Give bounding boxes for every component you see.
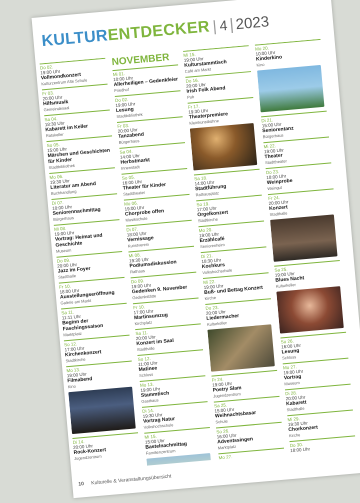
event-entry: Di 07. 10:00 Uhr Seniorennachmittag Bürgerh… [51, 193, 120, 222]
carousel-photo [257, 64, 325, 113]
event-entry: Sa 25. 19:00 Uhr Blues Nacht Kulturkeller [274, 260, 342, 289]
event-entry: Di 21. 18:30 Uhr Kochkurs Volkshochschule [200, 246, 269, 276]
event-entry: So 05. 15:00 Uhr Märchen und Geschichten f… [46, 135, 115, 171]
event-entry: Fr 10. 18:00 Uhr Ausstellungseröffnung Gale… [58, 276, 127, 306]
event-entry: Di 14. 19:30 Uhr Vortrag Natur Volkshochsch… [141, 401, 210, 430]
event-entry: Sa 11. 20:00 Uhr Konzert im Saal Stadthalle [135, 323, 203, 353]
event-entry: Di 21. 15:00 Uhr Seniorentanz Bürgerhaus [261, 110, 329, 140]
title-entdecker: ENTDECKER [107, 18, 211, 45]
event-entry: Fr 03. 20:00 Uhr Tanzabend Bürgerhaus [116, 116, 185, 145]
page-number: 10 [78, 481, 85, 488]
event-entry: Mi 29. 19:30 Uhr Chorkonzert Kirche [287, 409, 355, 439]
event-entry: Fr 24. 20:00 Uhr Konzert Stadthalle [267, 188, 336, 217]
event-entry: Di 07. 18:00 Uhr Vernissage Kunstverein [126, 219, 194, 249]
event-entry: Mi 08. 19:00 Uhr Vortrag: Heimat und Gesch… [53, 219, 122, 254]
event-entry: Do 30.18:00 UhrAdventsmarktInnenstadt [289, 435, 357, 454]
event-entry: Mi 15. 19:00 Uhr Kulturstammtisch Café am M… [183, 45, 251, 74]
event-entry: So 05. 16:00 Uhr Theater für Kinder Stadtth… [121, 167, 190, 197]
crowd-photo [189, 123, 258, 171]
event-entry: Do 02. 19:00 Uhr Vollmondkonzert Kulturzent… [39, 57, 108, 87]
title-separator-2: | [228, 16, 235, 34]
event-entry: Sa 11. 11:11 Uhr Beginn der Faschingssaiso… [61, 302, 130, 338]
event-entry: Mi 01. 10:00 Uhr Allerheiligen – Gedenkfei… [112, 64, 181, 94]
event-entry: Mo 20. 19:00 Uhr Erzählcafé Seniorenheim [198, 220, 267, 250]
event-entry: Sa 18. 14:00 Uhr Stadtführung Rathausplatz [193, 168, 262, 198]
event-entry: Mi 08. 19:30 Uhr Podiumsdiskussion Rathaus [128, 245, 197, 275]
issue-number: 4 [218, 16, 229, 34]
title-kultur: KULTUR [40, 27, 109, 51]
event-date: Mo 27. [218, 454, 233, 460]
event-entry: Fr 24. 19:00 Uhr Poetry Slam Jugendzentrum [211, 369, 280, 399]
event-entry: Fr 03. 20:00 Uhr Hilfsmusik Gemeindesaal [41, 83, 110, 113]
event-entry: Mo 06. 19:30 Uhr Literatur am Abend Buchhan… [49, 167, 117, 196]
landscape-photo [146, 453, 213, 466]
event-entry: Di 28. 20:00 Uhr Kabarett Stadthalle [284, 383, 353, 413]
event-entry: Do 09. 19:00 Uhr Gedenken 9. November Geden… [130, 271, 199, 301]
event-entry: Mo 20. 10:00 Uhr Kinderkino Kino [254, 38, 323, 68]
event-entry: So 12. 11:00 Uhr Matinee Schloss [137, 349, 206, 378]
event-entry: Do 23. 18:00 Uhr Weinprobe Weingut [265, 162, 334, 192]
title-separator: | [211, 17, 218, 36]
event-entry: Mi 22. 19:00 Uhr Theater Stadttheater [263, 136, 332, 166]
event-entry: Sa 04. 14:00 Uhr Herbstmarkt Innenstadt [119, 142, 187, 171]
event-entry: So 12. 17:00 Uhr Kirchenkonzert Stadtkirche [63, 334, 132, 364]
event-entry: Fr 10. 17:00 Uhr Martinsumzug Kirchplatz [132, 297, 201, 327]
issue-year: 2023 [235, 13, 270, 34]
craft-photo [207, 324, 275, 372]
event-entry: Mi 15. 15:00 Uhr Bastelnachmittag Familienz… [144, 427, 212, 456]
event-entry: Do 16. 20:00 Uhr Irish Folk Abend Pub [185, 71, 254, 100]
event-entry: So 26. 16:00 Uhr Lesung Schloss [280, 331, 349, 361]
event-entry: Di 14. 20:00 Uhr Rock-Konzert Jugendzentrum [72, 432, 141, 461]
event-entry: Fr 17. 19:30 Uhr Theaterpremiere Kleinkunst… [187, 96, 256, 126]
event-entry: Sa 04. 18:30 Uhr Kabarett im Keller Ratskel… [44, 109, 112, 139]
band-photo [68, 386, 136, 435]
portrait-man-photo [270, 214, 338, 262]
event-entry: Sa 25. 15:00 Uhr Weihnachtsbasar Schule [213, 395, 282, 425]
event-entry: Mo 13. 19:00 Uhr Stammtisch Gasthaus [139, 375, 208, 404]
footer-text: Kulturelle & Veranstaltungsübersicht [91, 473, 172, 487]
event-entry: Mi 22. 19:00 Uhr Buß- und Bettag Konzert Ki… [202, 272, 271, 301]
event-entry: So 26. 16:00 Uhr Adventssingen Marktplatz [215, 421, 284, 451]
event-entry: Do 23. 20:00 Uhr Liedermacher Kulturkeller [205, 298, 273, 327]
event-entry: Do 02. 19:00 Uhr Lesung Stadtbibliothek [114, 90, 183, 119]
event-entry: Mo 27. 19:00 Uhr Vortrag Museum [282, 357, 351, 387]
event-entry: Mo 06. 19:00 Uhr Chorprobe offen Musikschul… [123, 193, 192, 223]
event-entry: Do 09. 20:00 Uhr Jazz im Foyer Stadthalle [56, 250, 125, 280]
magazine-page: KULTURENTDECKER | 4|2023 Do 02. 19:00 Uhr Vo… [31, 0, 360, 499]
event-entry: So 19. 17:00 Uhr Orgelkonzert Stadtkirche [196, 194, 264, 224]
event-entry: Mo 13. 19:00 Uhr Filmabend Kino [66, 360, 134, 390]
portrait-woman-photo [276, 286, 344, 334]
